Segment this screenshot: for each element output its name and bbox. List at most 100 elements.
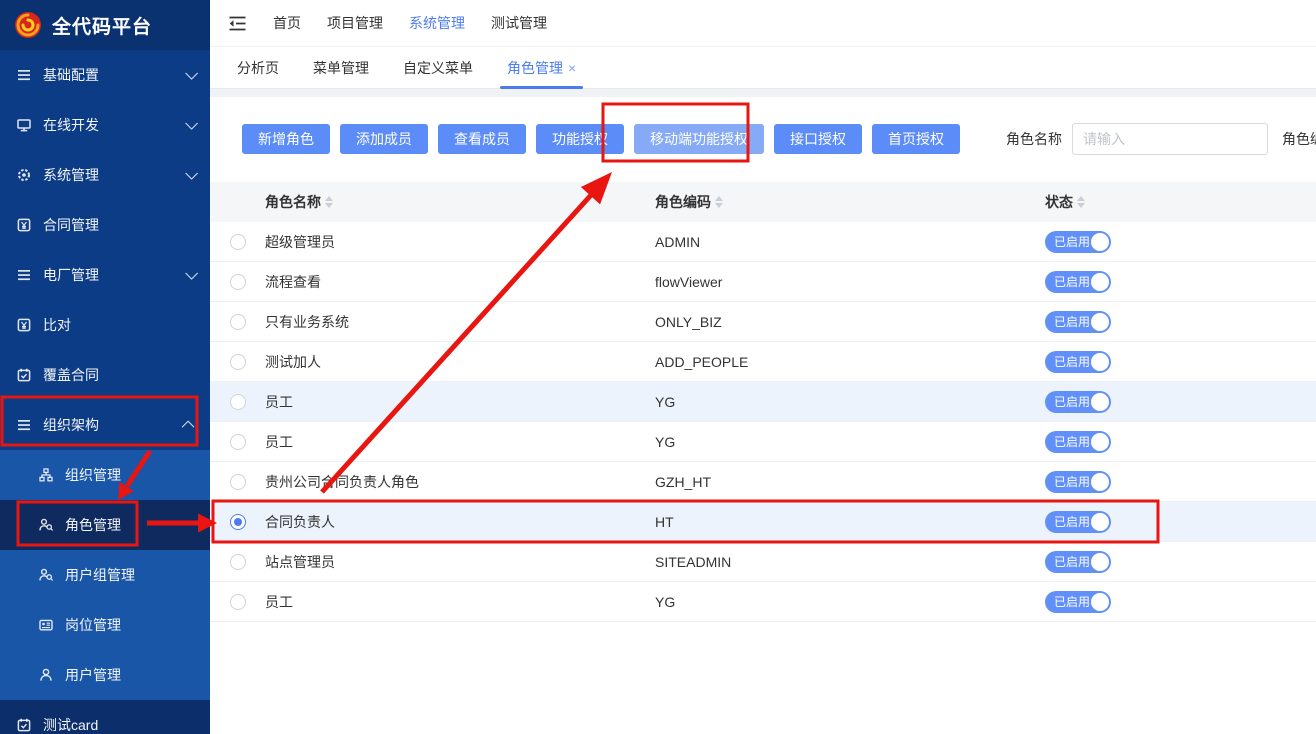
sort-carets-icon: [325, 196, 333, 208]
table-row[interactable]: 超级管理员ADMIN已启用: [210, 222, 1316, 262]
sidebar-item[interactable]: 覆盖合同: [0, 350, 210, 400]
sidebar-item[interactable]: 测试card: [0, 700, 210, 734]
row-radio[interactable]: [230, 274, 246, 290]
status-toggle[interactable]: 已启用: [1045, 351, 1111, 373]
sidebar-item[interactable]: 比对: [0, 300, 210, 350]
status-toggle[interactable]: 已启用: [1045, 431, 1111, 453]
sidebar-item[interactable]: 合同管理: [0, 200, 210, 250]
column-header[interactable]: 角色名称: [265, 192, 655, 212]
status-toggle-label: 已启用: [1054, 593, 1090, 610]
role-name-cell: 超级管理员: [265, 232, 655, 252]
radio-cell: [210, 354, 265, 370]
row-radio[interactable]: [230, 434, 246, 450]
column-header-label: 状态: [1045, 192, 1073, 212]
top-nav-item[interactable]: 首页: [273, 13, 301, 33]
tab-item[interactable]: 分析页: [220, 47, 296, 88]
table-row[interactable]: 站点管理员SITEADMIN已启用: [210, 542, 1316, 582]
column-header[interactable]: 角色编码: [655, 192, 1045, 212]
status-toggle[interactable]: 已启用: [1045, 311, 1111, 333]
tab-label: 角色管理: [507, 58, 563, 78]
menu-icon: [16, 267, 32, 283]
tab-label: 分析页: [237, 58, 279, 78]
menu-icon: [16, 67, 32, 83]
toggle-knob-icon: [1091, 513, 1109, 531]
row-radio[interactable]: [230, 594, 246, 610]
status-cell: 已启用: [1045, 231, 1316, 253]
table-row[interactable]: 贵州公司合同负责人角色GZH_HT已启用: [210, 462, 1316, 502]
sidebar-bottom-block: 测试card: [0, 700, 210, 734]
top-nav-item[interactable]: 测试管理: [491, 13, 547, 33]
table-row[interactable]: 只有业务系统ONLY_BIZ已启用: [210, 302, 1316, 342]
status-cell: 已启用: [1045, 391, 1316, 413]
table-row[interactable]: 合同负责人HT已启用: [210, 502, 1316, 542]
role-name-cell: 合同负责人: [265, 512, 655, 532]
top-nav-item[interactable]: 系统管理: [409, 13, 465, 33]
sidebar-item[interactable]: 电厂管理: [0, 250, 210, 300]
menu-fold-icon[interactable]: [228, 15, 247, 32]
role-code-cell: ONLY_BIZ: [655, 314, 1045, 330]
status-toggle[interactable]: 已启用: [1045, 231, 1111, 253]
table-row[interactable]: 测试加人ADD_PEOPLE已启用: [210, 342, 1316, 382]
logo: 全代码平台: [0, 0, 210, 50]
sidebar-item[interactable]: 组织架构: [0, 400, 210, 450]
role-search-icon: [38, 517, 54, 533]
sidebar-item[interactable]: 用户组管理: [0, 550, 210, 600]
toolbar-button[interactable]: 接口授权: [774, 124, 862, 154]
tab-item[interactable]: 菜单管理: [296, 47, 386, 88]
row-radio[interactable]: [230, 554, 246, 570]
sidebar-item-label: 系统管理: [43, 165, 99, 185]
toolbar-button[interactable]: 添加成员: [340, 124, 428, 154]
sidebar-item[interactable]: 岗位管理: [0, 600, 210, 650]
sort-down-icon: [1077, 203, 1085, 208]
toolbar-button[interactable]: 移动端功能授权: [634, 124, 764, 154]
table-row[interactable]: 流程查看flowViewer已启用: [210, 262, 1316, 302]
sidebar-item-label: 用户组管理: [65, 565, 135, 585]
table-row[interactable]: 员工YG已启用: [210, 582, 1316, 622]
sidebar-item[interactable]: 组织管理: [0, 450, 210, 500]
table-row[interactable]: 员工YG已启用: [210, 422, 1316, 462]
row-radio[interactable]: [230, 314, 246, 330]
sort-carets-icon: [715, 196, 723, 208]
gear-icon: [16, 167, 32, 183]
sidebar-item[interactable]: 系统管理: [0, 150, 210, 200]
table-row[interactable]: 员工YG已启用: [210, 382, 1316, 422]
tab-item[interactable]: 自定义菜单: [386, 47, 490, 88]
toolbar: 新增角色添加成员查看成员功能授权移动端功能授权接口授权首页授权 角色名称角色编码: [210, 123, 1316, 155]
status-toggle-label: 已启用: [1054, 233, 1090, 250]
row-radio[interactable]: [230, 394, 246, 410]
monitor-icon: [16, 117, 32, 133]
row-radio[interactable]: [230, 354, 246, 370]
toolbar-button[interactable]: 新增角色: [242, 124, 330, 154]
column-header[interactable]: 状态: [1045, 192, 1316, 212]
top-nav-item[interactable]: 项目管理: [327, 13, 383, 33]
role-name-input[interactable]: [1072, 123, 1268, 155]
role-name-cell: 员工: [265, 392, 655, 412]
row-radio[interactable]: [230, 514, 246, 530]
toolbar-button[interactable]: 功能授权: [536, 124, 624, 154]
status-toggle[interactable]: 已启用: [1045, 471, 1111, 493]
status-toggle[interactable]: 已启用: [1045, 591, 1111, 613]
sidebar-item[interactable]: 角色管理: [0, 500, 210, 550]
toolbar-button[interactable]: 查看成员: [438, 124, 526, 154]
status-toggle[interactable]: 已启用: [1045, 391, 1111, 413]
radio-cell: [210, 274, 265, 290]
content-panel: 新增角色添加成员查看成员功能授权移动端功能授权接口授权首页授权 角色名称 角色编码…: [210, 97, 1316, 734]
sidebar-item[interactable]: 基础配置: [0, 50, 210, 100]
filter-label: 角色编码: [1282, 129, 1316, 149]
sidebar-item[interactable]: 用户管理: [0, 650, 210, 700]
column-header-label: 角色编码: [655, 192, 711, 212]
status-cell: 已启用: [1045, 271, 1316, 293]
column-header-label: 角色名称: [265, 192, 321, 212]
toggle-knob-icon: [1091, 593, 1109, 611]
tab-close-icon[interactable]: ×: [568, 61, 576, 75]
status-toggle[interactable]: 已启用: [1045, 551, 1111, 573]
status-cell: 已启用: [1045, 351, 1316, 373]
sidebar-item[interactable]: 在线开发: [0, 100, 210, 150]
sidebar-item-label: 组织架构: [43, 415, 99, 435]
toolbar-button[interactable]: 首页授权: [872, 124, 960, 154]
row-radio[interactable]: [230, 234, 246, 250]
row-radio[interactable]: [230, 474, 246, 490]
tab-active[interactable]: 角色管理 ×: [490, 47, 593, 88]
status-toggle[interactable]: 已启用: [1045, 271, 1111, 293]
status-toggle[interactable]: 已启用: [1045, 511, 1111, 533]
